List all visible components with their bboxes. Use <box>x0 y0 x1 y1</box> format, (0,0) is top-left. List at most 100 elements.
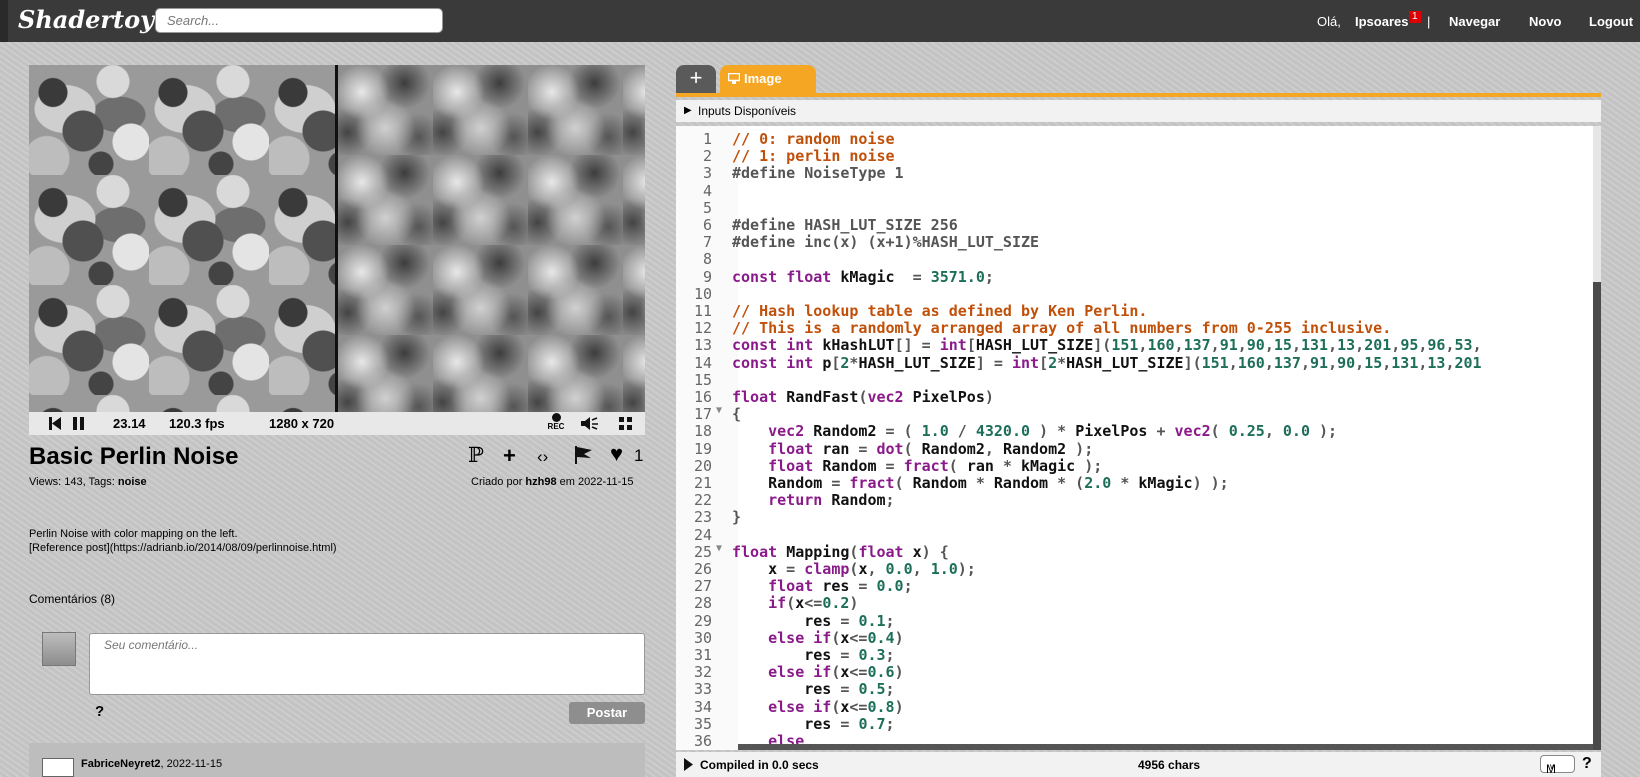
fold-arrow-icon[interactable]: ▼ <box>716 543 722 554</box>
fork-icon[interactable]: ℙ <box>468 443 484 467</box>
comment-item: FabriceNeyret2, 2022-11-15 <box>29 743 645 777</box>
editor-status-bar: Compiled in 0.0 secs 4956 chars M ∨ ? <box>676 752 1601 777</box>
tab-underline <box>676 93 1601 97</box>
code-text: // Hash lookup table as defined by Ken P… <box>732 302 1148 320</box>
code-text: else if(x<=0.6) <box>768 663 904 682</box>
line-number: 30 <box>693 628 712 647</box>
notification-badge[interactable]: 1 <box>1409 11 1421 23</box>
created-by-label: Criado por <box>471 476 526 488</box>
user-avatar <box>42 632 76 666</box>
horizontal-scrollbar[interactable] <box>738 744 1593 750</box>
code-text: x = clamp(x, 0.0, 1.0); <box>768 560 976 578</box>
fold-arrow-icon[interactable]: ▼ <box>716 405 722 416</box>
comment-input[interactable]: Seu comentário... <box>89 633 645 695</box>
editor-help-button[interactable]: ? <box>1582 755 1592 773</box>
code-text: #define NoiseType 1 <box>732 164 904 183</box>
line-number: 12 <box>693 319 712 338</box>
line-number: 8 <box>702 250 712 269</box>
tab-image[interactable]: Image <box>720 65 816 93</box>
code-text: // This is a randomly arranged array of … <box>732 319 1392 338</box>
line-number: 26 <box>693 560 712 578</box>
monitor-icon <box>727 72 741 84</box>
line-number: 3 <box>702 164 712 183</box>
volume-muted-icon[interactable] <box>581 416 599 431</box>
line-number: 17 <box>693 405 712 424</box>
report-flag-icon[interactable] <box>574 446 592 464</box>
shader-canvas[interactable] <box>29 65 645 412</box>
nav-new-link[interactable]: Novo <box>1529 14 1562 29</box>
noise-raw-preview <box>338 65 645 412</box>
line-number: 25 <box>693 542 712 561</box>
greeting-text: Olá, <box>1317 14 1341 29</box>
line-number: 7 <box>702 233 712 252</box>
line-number: 5 <box>702 198 712 217</box>
inputs-toggle[interactable]: ▶ Inputs Disponíveis <box>676 100 1601 122</box>
pause-icon[interactable] <box>73 417 84 430</box>
commenter-avatar <box>42 758 74 777</box>
post-comment-button[interactable]: Postar <box>569 702 645 724</box>
code-text: Random = fract( Random * Random * (2.0 *… <box>768 474 1229 492</box>
code-text: res = 0.3; <box>804 646 895 664</box>
editor-mode-select[interactable]: M ∨ <box>1540 755 1575 776</box>
author-info: Criado por hzh98 em 2022-11-15 <box>471 476 633 488</box>
line-number: 35 <box>693 714 712 733</box>
code-text: res = 0.7; <box>804 714 895 733</box>
player-controls: 23.14 120.3 fps 1280 x 720 REC <box>29 412 645 435</box>
line-number: 2 <box>702 147 712 166</box>
record-button[interactable]: REC <box>545 413 567 431</box>
rewind-icon[interactable] <box>49 417 61 430</box>
line-number: 11 <box>693 302 712 320</box>
fullscreen-icon[interactable] <box>619 417 632 430</box>
search-input[interactable]: Search... <box>155 8 443 33</box>
description-link[interactable]: [Reference post](https://adrianb.io/2014… <box>29 541 337 555</box>
code-text: if(x<=0.2) <box>768 594 859 613</box>
username-link[interactable]: Ipsoares <box>1355 14 1408 29</box>
compile-play-icon[interactable] <box>684 758 693 771</box>
line-number: 23 <box>693 508 712 527</box>
code-text: const int kHashLUT[] = int[HASH_LUT_SIZE… <box>732 336 1482 355</box>
code-text: #define inc(x) (x+1)%HASH_LUT_SIZE <box>732 233 1040 252</box>
shadertoy-logo[interactable]: Shadertoy <box>18 5 154 34</box>
line-number: 21 <box>693 474 712 492</box>
chevron-down-icon: ∨ <box>1549 762 1555 771</box>
add-tab-button[interactable]: + <box>676 65 716 93</box>
comment-help-link[interactable]: ? <box>95 703 104 720</box>
line-number: 14 <box>693 353 712 372</box>
code-text: #define HASH_LUT_SIZE 256 <box>732 216 958 234</box>
time-display: 23.14 <box>113 416 146 431</box>
code-text: else if(x<=0.8) <box>768 697 904 716</box>
line-number: 20 <box>693 456 712 475</box>
tab-image-label: Image <box>744 71 782 86</box>
line-number: 15 <box>693 370 712 389</box>
code-text: float ran = dot( Random2, Random2 ); <box>768 439 1094 458</box>
author-link[interactable]: hzh98 <box>525 476 556 488</box>
embed-code-icon[interactable]: ‹› <box>537 447 548 467</box>
line-number: 28 <box>693 594 712 613</box>
code-editor[interactable]: 1 // 0: random noise 2 // 1: perlin noise 3 #… <box>676 126 1601 750</box>
line-number: 9 <box>702 267 712 286</box>
expand-triangle-icon: ▶ <box>684 105 692 116</box>
code-text: float Mapping(float x) { <box>732 542 949 561</box>
code-text: else if(x<=0.4) <box>768 628 904 647</box>
line-number: 33 <box>693 680 712 699</box>
line-number: 19 <box>693 439 712 458</box>
line-number: 4 <box>702 181 712 200</box>
line-number: 27 <box>693 577 712 596</box>
nav-browse-link[interactable]: Navegar <box>1449 14 1500 29</box>
comments-heading: Comentários (8) <box>29 592 116 606</box>
char-count: 4956 chars <box>1138 758 1201 772</box>
compile-status: Compiled in 0.0 secs <box>700 758 819 772</box>
tag-link[interactable]: noise <box>118 476 147 488</box>
commenter-name[interactable]: FabriceNeyret2 <box>81 758 161 770</box>
code-text: float res = 0.0; <box>768 577 913 596</box>
line-number: 10 <box>693 284 712 303</box>
code-text: // 1: perlin noise <box>732 147 895 166</box>
nav-logout-link[interactable]: Logout <box>1589 14 1633 29</box>
created-date: em 2022-11-15 <box>556 476 634 488</box>
vertical-scrollbar-thumb[interactable] <box>1593 282 1601 750</box>
line-number: 31 <box>693 646 712 664</box>
add-to-playlist-icon[interactable]: + <box>503 443 516 469</box>
code-text: res = 0.1; <box>804 611 895 630</box>
code-text: res = 0.5; <box>804 680 895 699</box>
like-heart-icon[interactable]: ♥ <box>610 441 623 467</box>
